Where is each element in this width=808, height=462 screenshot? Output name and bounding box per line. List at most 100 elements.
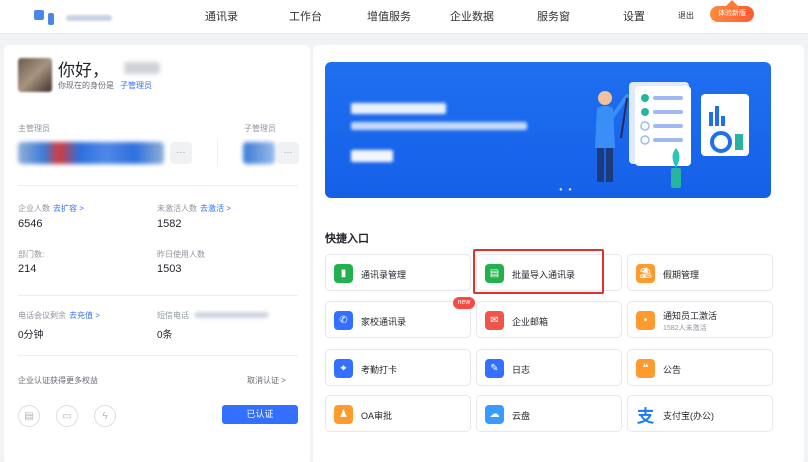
logo-mark-part (48, 13, 54, 25)
divider (18, 185, 298, 186)
alipay-icon: 支 (637, 407, 654, 426)
activate-link[interactable]: 去激活 > (200, 204, 231, 213)
beach-umbrella-icon: ⛱ (636, 264, 655, 283)
quick-card-leave-manage[interactable]: ⛱ 假期管理 (627, 254, 773, 291)
banner-cta-blurred (351, 150, 393, 162)
quick-card-alipay-office[interactable]: 支支付宝(办公) (627, 395, 773, 432)
quick-card-notify-activation[interactable]: • 通知员工激活 1582人未激活 (627, 301, 773, 338)
certification-text: 企业认证获得更多权益 (18, 376, 98, 385)
logout-link[interactable]: 退出 (678, 10, 694, 21)
logo-text-blurred (66, 15, 112, 21)
nav-settings[interactable]: 设置 (623, 8, 645, 24)
location-pin-icon: ⌖ (334, 359, 353, 378)
top-bar: 通讯录 工作台 增值服务 企业数据 服务窗 设置 退出 体验新版 (0, 0, 808, 34)
quick-card-school-contacts[interactable]: ✆ 家校通讯录 (325, 301, 471, 338)
quick-card-cloud-disk[interactable]: ☁ 云盘 (476, 395, 622, 432)
quick-card-label: 考勤打卡 (361, 365, 398, 375)
carousel-dots[interactable]: ● ● (559, 187, 574, 193)
inactive-label: 未激活人数 去激活 > (157, 203, 231, 214)
phone-label: 电话会议剩余 去充值 > (18, 310, 100, 321)
logo-mark (34, 10, 44, 20)
quick-card-log[interactable]: ✎ 日志 (476, 349, 622, 386)
main-admin-avatars[interactable] (18, 142, 164, 164)
expand-capacity-link[interactable]: 去扩容 > (53, 204, 84, 213)
upgrade-label: 体验新版 (718, 10, 746, 17)
avatar (18, 58, 52, 92)
yesterday-label: 昨日使用人数 (157, 250, 205, 259)
main-admin-label: 主管理员 (18, 124, 50, 133)
phone-icon: ✆ (334, 311, 353, 330)
banner-subtitle-blurred (351, 122, 527, 130)
divider (18, 355, 298, 356)
quick-card-bulk-import-contacts[interactable]: ▤ 批量导入通讯录 (476, 254, 622, 291)
quick-card-attendance[interactable]: ⌖ 考勤打卡 (325, 349, 471, 386)
phone-value: 0分钟 (18, 330, 44, 341)
main-admin-more-button[interactable]: ··· (170, 142, 192, 164)
verified-button[interactable]: 已认证 (222, 405, 298, 424)
address-book-icon: ▮ (334, 264, 353, 283)
inactive-value: 1582 (157, 218, 182, 230)
sub-admin-label: 子管理员 (244, 124, 276, 133)
employees-label: 企业人数 去扩容 > (18, 203, 84, 214)
approval-stamp-icon: ♟ (334, 405, 353, 424)
mail-icon: ✉ (485, 311, 504, 330)
sms-link-blurred[interactable] (194, 312, 269, 318)
quick-card-enterprise-mail[interactable]: ✉ 企业邮箱 (476, 301, 622, 338)
sub-admin-avatars[interactable] (243, 142, 275, 164)
lightning-icon[interactable]: ϟ (94, 405, 116, 427)
nav-contacts[interactable]: 通讯录 (205, 8, 238, 24)
quick-card-label: OA审批 (361, 411, 393, 421)
promo-banner[interactable]: ● ● (325, 62, 771, 198)
recharge-link[interactable]: 去充值 > (69, 311, 100, 320)
verified-label: 已认证 (246, 409, 274, 419)
quick-card-contacts-manage[interactable]: ▮ 通讯录管理 (325, 254, 471, 291)
megaphone-icon: ❝ (636, 359, 655, 378)
quick-card-label: 企业邮箱 (512, 317, 549, 327)
nav-value-added[interactable]: 增值服务 (367, 8, 411, 24)
cancel-certification-link[interactable]: 取消认证 > (247, 375, 286, 386)
identity-label: 你现在的身份是 (58, 81, 114, 90)
nav-service-window[interactable]: 服务窗 (537, 8, 570, 24)
edit-icon: ✎ (485, 359, 504, 378)
divider (217, 139, 218, 167)
identity-role[interactable]: 子管理员 (120, 81, 152, 90)
logo[interactable] (34, 5, 112, 25)
quick-card-label: 公告 (663, 365, 682, 375)
chat-bubble-icon: • (636, 311, 655, 330)
nav-workbench[interactable]: 工作台 (289, 8, 322, 24)
quick-card-label: 支付宝(办公) (663, 411, 714, 421)
greeting: 你好， (58, 61, 109, 80)
image-icon[interactable]: ▭ (56, 405, 78, 427)
cloud-icon: ☁ (485, 405, 504, 424)
quick-card-announcement[interactable]: ❝ 公告 (627, 349, 773, 386)
yesterday-value: 1503 (157, 263, 182, 275)
new-badge: new (453, 297, 475, 309)
banner-title-blurred (351, 103, 446, 114)
nav-enterprise-data[interactable]: 企业数据 (450, 8, 494, 24)
quick-card-label: 日志 (512, 365, 531, 375)
quick-card-label: 云盘 (512, 411, 531, 421)
divider (18, 295, 298, 296)
depts-value: 214 (18, 263, 37, 275)
import-icon: ▤ (485, 264, 504, 283)
employees-value: 6546 (18, 218, 43, 230)
quick-card-sublabel: 1582人未激活 (663, 325, 707, 332)
quick-card-label: 通知员工激活 (663, 311, 718, 321)
employees-label-text: 企业人数 (18, 204, 50, 213)
inactive-label-text: 未激活人数 (157, 204, 197, 213)
upgrade-button[interactable]: 体验新版 (710, 0, 754, 22)
quick-access-title: 快捷入口 (325, 233, 369, 245)
quick-card-label: 家校通讯录 (361, 317, 407, 327)
document-icon[interactable]: ▤ (18, 405, 40, 427)
depts-label: 部门数: (18, 250, 45, 259)
quick-card-label: 假期管理 (663, 270, 700, 280)
banner-illustration (595, 82, 749, 188)
identity-line: 你现在的身份是 子管理员 (58, 80, 152, 91)
quick-card-label: 通讯录管理 (361, 270, 407, 280)
quick-card-oa-approval[interactable]: ♟ OA审批 (325, 395, 471, 432)
sub-admin-more-button[interactable]: ··· (277, 142, 299, 164)
profile-panel: 你好， 你现在的身份是 子管理员 主管理员 子管理员 ··· ··· 企业人数 去扩… (4, 45, 310, 462)
user-name-blurred (124, 62, 160, 74)
workspace-panel: ● ● 快捷入口 ▮ 通讯录管理 ▤ 批量导入通讯录 ⛱ 假期管理 ✆ 家校通讯录 ✉ 企业邮箱 •… (313, 45, 804, 462)
sms-value: 0条 (157, 330, 173, 341)
